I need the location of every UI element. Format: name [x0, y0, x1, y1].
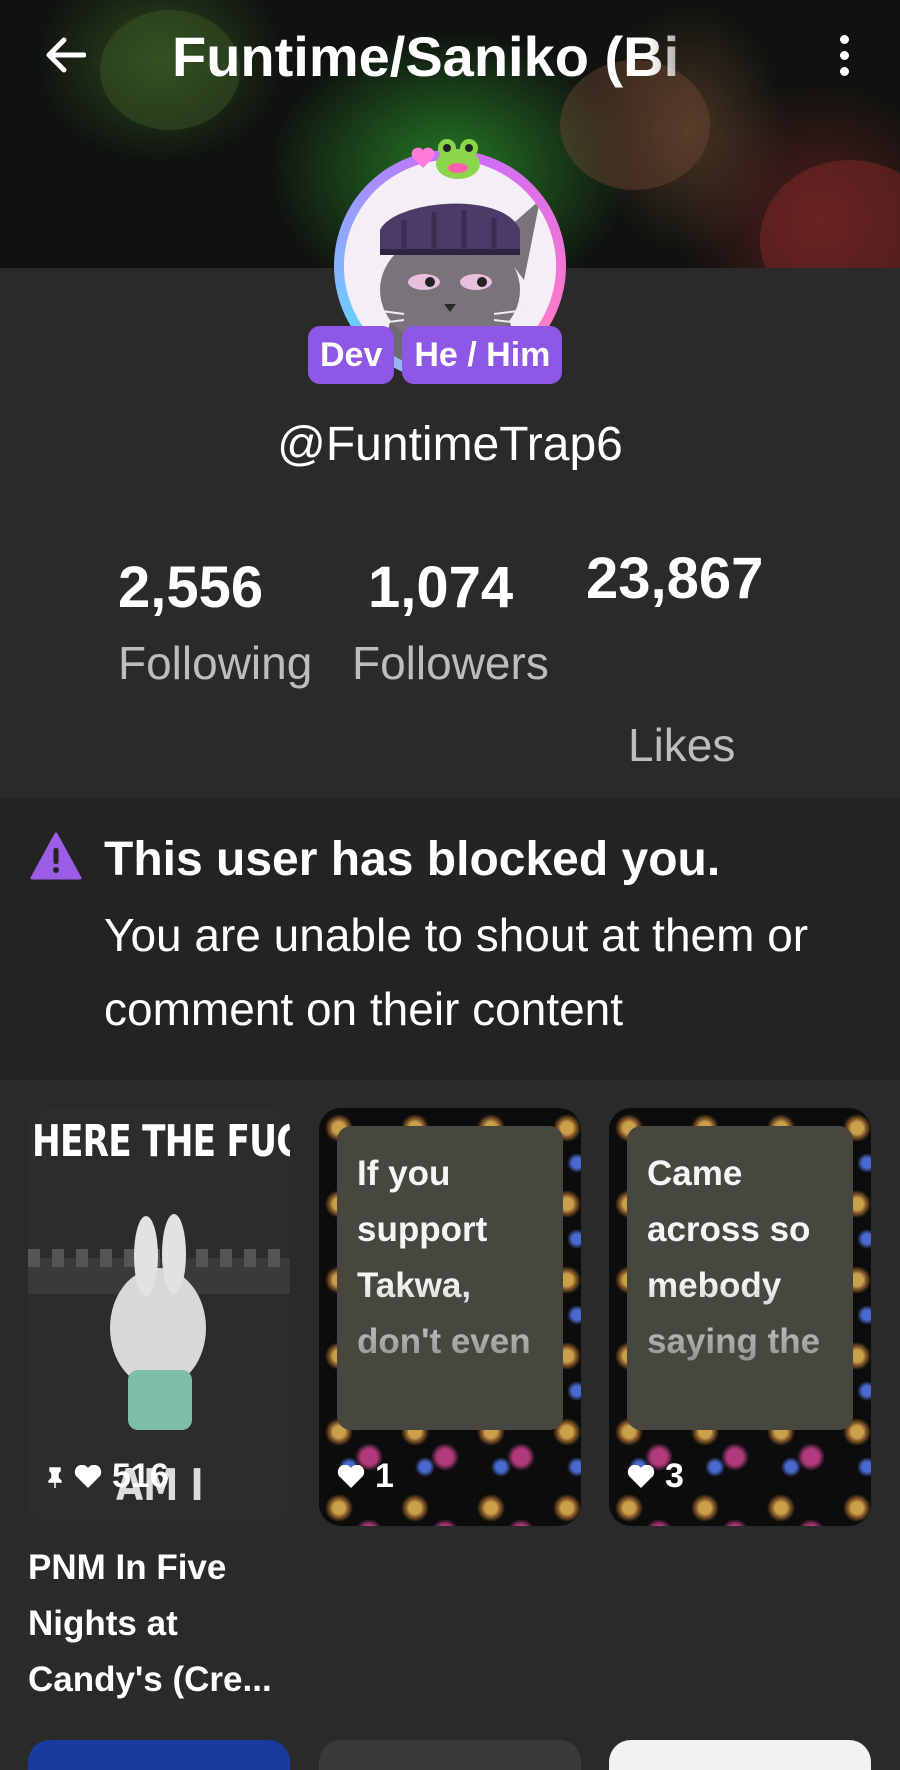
- stat-likes[interactable]: 23,867: [586, 534, 776, 624]
- dev-badge: Dev: [308, 326, 395, 384]
- likes-count: 23,867: [586, 546, 764, 611]
- post-stats: 516: [46, 1457, 169, 1496]
- back-button[interactable]: [40, 30, 90, 80]
- post-card[interactable]: [319, 1740, 581, 1770]
- post-stats: 3: [627, 1457, 684, 1496]
- more-vertical-icon: [839, 34, 849, 44]
- stat-likes-label: Likes: [628, 708, 735, 783]
- post-stats: 1: [337, 1457, 394, 1496]
- post-card[interactable]: HERE THE FUC AM I 516: [28, 1108, 290, 1526]
- text-post-box: If you support Takwa, don't even: [337, 1126, 563, 1430]
- pronouns-badge: He / Him: [402, 326, 563, 384]
- stat-following-label: Following: [118, 626, 328, 701]
- more-options-button[interactable]: [826, 30, 862, 80]
- likes-label: Likes: [628, 719, 736, 771]
- post-caption[interactable]: PNM In Five Nights at Candy's (Cre...: [28, 1540, 298, 1708]
- blocked-notice: This user has blocked you. You are unabl…: [0, 798, 900, 1080]
- followers-count: 1,074: [368, 555, 514, 620]
- profile-badges: Dev He / Him: [308, 326, 563, 384]
- following-label: Following: [118, 637, 313, 689]
- pin-icon: [48, 1466, 62, 1488]
- meme-top-text: HERE THE FUC: [32, 1116, 290, 1167]
- notice-body: You are unable to shout at them or comme…: [104, 909, 809, 1035]
- post-card[interactable]: Came across so mebody saying the 3: [609, 1108, 871, 1526]
- warning-icon: [30, 832, 82, 880]
- post-card[interactable]: [609, 1740, 871, 1770]
- stat-followers[interactable]: 1,074: [368, 548, 513, 628]
- like-count: 516: [112, 1457, 169, 1495]
- heart-icon: [627, 1464, 655, 1488]
- followers-label: Followers: [352, 637, 549, 689]
- like-count: 1: [375, 1457, 394, 1495]
- stat-followers-label: Followers: [352, 626, 562, 701]
- username: @FuntimeTrap6: [277, 418, 623, 471]
- stat-following[interactable]: 2,556: [118, 548, 263, 628]
- text-post-box: Came across so mebody saying the: [627, 1126, 853, 1430]
- banner-figure: [760, 160, 900, 268]
- following-count: 2,556: [118, 555, 264, 620]
- page-title: Funtime/Saniko (Bi: [172, 25, 680, 88]
- heart-icon: [74, 1464, 102, 1488]
- frog-decoration-icon: [436, 139, 480, 179]
- heart-icon: [337, 1464, 365, 1488]
- arrow-left-icon: [46, 37, 86, 73]
- post-card[interactable]: [28, 1740, 290, 1770]
- notice-title: This user has blocked you.: [104, 833, 721, 886]
- like-count: 3: [665, 1457, 684, 1495]
- post-card[interactable]: If you support Takwa, don't even 1: [319, 1108, 581, 1526]
